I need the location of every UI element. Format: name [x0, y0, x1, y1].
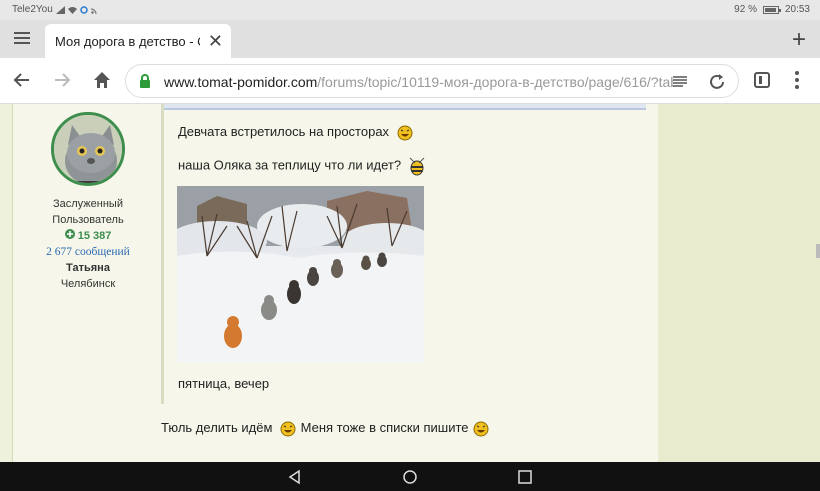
web-page: Заслуженный Пользователь 15 387 2 677 со…	[0, 104, 820, 462]
rss-icon	[90, 8, 97, 14]
quote-line-1-text: Девчата встретилось на просторах	[178, 124, 390, 139]
laughing-smiley-icon	[397, 125, 413, 141]
scrollbar-handle[interactable]	[816, 244, 820, 258]
browser-toolbar: www.tomat-pomidor.com/forums/topic/10119…	[0, 58, 820, 104]
url-text[interactable]: www.tomat-pomidor.com/forums/topic/10119…	[164, 74, 674, 90]
forward-icon[interactable]	[50, 68, 74, 92]
home-icon[interactable]	[90, 68, 114, 92]
system-back-icon[interactable]	[287, 469, 303, 485]
user-rank-line1: Заслуженный	[53, 198, 123, 210]
bee-smiley-icon	[409, 157, 425, 176]
status-bar: Tele2You 92 % 20:53	[0, 0, 820, 20]
battery-fill	[764, 7, 776, 12]
tab-switcher-icon[interactable]	[750, 68, 774, 92]
quote-line-2: наша Оляка за теплицу что ли идет?	[178, 156, 426, 176]
battery-icon	[762, 5, 781, 14]
menu-icon[interactable]	[12, 29, 32, 49]
user-info: Заслуженный Пользователь 15 387 2 677 со…	[13, 196, 163, 292]
wifi-icon	[67, 6, 77, 14]
user-rank-line2: Пользователь	[52, 214, 124, 226]
laughing-smiley-icon	[280, 421, 296, 437]
address-bar[interactable]: www.tomat-pomidor.com/forums/topic/10119…	[125, 64, 739, 98]
system-home-icon[interactable]	[402, 469, 418, 485]
browser-tab[interactable]: Моя дорога в детство - Страница 616 ✕	[45, 24, 231, 58]
laughing-smiley-icon	[473, 421, 489, 437]
posts-count-link[interactable]: 2 677 сообщений	[13, 244, 163, 260]
reputation: 15 387	[13, 228, 163, 244]
quote-line-1: Девчата встретилось на просторах	[178, 124, 414, 141]
reply-part-2: Меня тоже в списки пишите	[300, 420, 469, 435]
back-icon[interactable]	[10, 68, 34, 92]
url-path: /forums/topic/10119-моя-дорога-в-детство…	[317, 74, 674, 90]
user-name[interactable]: Татьяна	[13, 260, 163, 276]
quote-caption: пятница, вечер	[178, 376, 270, 391]
quote-line-2-text: наша Оляка за теплицу что ли идет?	[178, 157, 402, 173]
cat-avatar-image	[54, 115, 122, 183]
tab-title: Моя дорога в детство - Страница 616	[55, 34, 200, 49]
system-recents-icon[interactable]	[517, 469, 533, 485]
reply-part-1: Тюль делить идём	[161, 420, 273, 435]
battery-percent: 92 %	[734, 4, 757, 15]
carrier-label: Tele2You	[12, 4, 53, 15]
user-city: Челябинск	[60, 278, 116, 290]
avatar[interactable]	[51, 112, 125, 186]
lock-icon	[140, 74, 150, 88]
new-tab-icon[interactable]: +	[792, 26, 806, 54]
plus-circle-icon	[64, 229, 75, 239]
reply-text: Тюль делить идём Меня тоже в списки пиши…	[161, 420, 490, 437]
sync-icon	[80, 5, 88, 14]
url-host: www.tomat-pomidor.com	[164, 74, 318, 90]
reader-mode-icon[interactable]	[672, 74, 688, 90]
close-icon[interactable]: ✕	[208, 31, 223, 52]
clock: 20:53	[784, 4, 810, 15]
system-nav-bar	[0, 462, 820, 491]
right-panel	[658, 104, 820, 462]
cats-in-snow-photo[interactable]	[177, 186, 424, 362]
tab-strip: Моя дорога в детство - Страница 616 ✕ +	[0, 20, 820, 58]
reload-icon[interactable]	[708, 73, 726, 91]
signal-icon	[55, 5, 65, 14]
quote-block: Девчата встретилось на просторах наша Ол…	[161, 104, 647, 404]
reputation-value: 15 387	[77, 230, 112, 242]
forum-post: Заслуженный Пользователь 15 387 2 677 со…	[12, 104, 658, 462]
more-options-icon[interactable]	[785, 68, 809, 92]
